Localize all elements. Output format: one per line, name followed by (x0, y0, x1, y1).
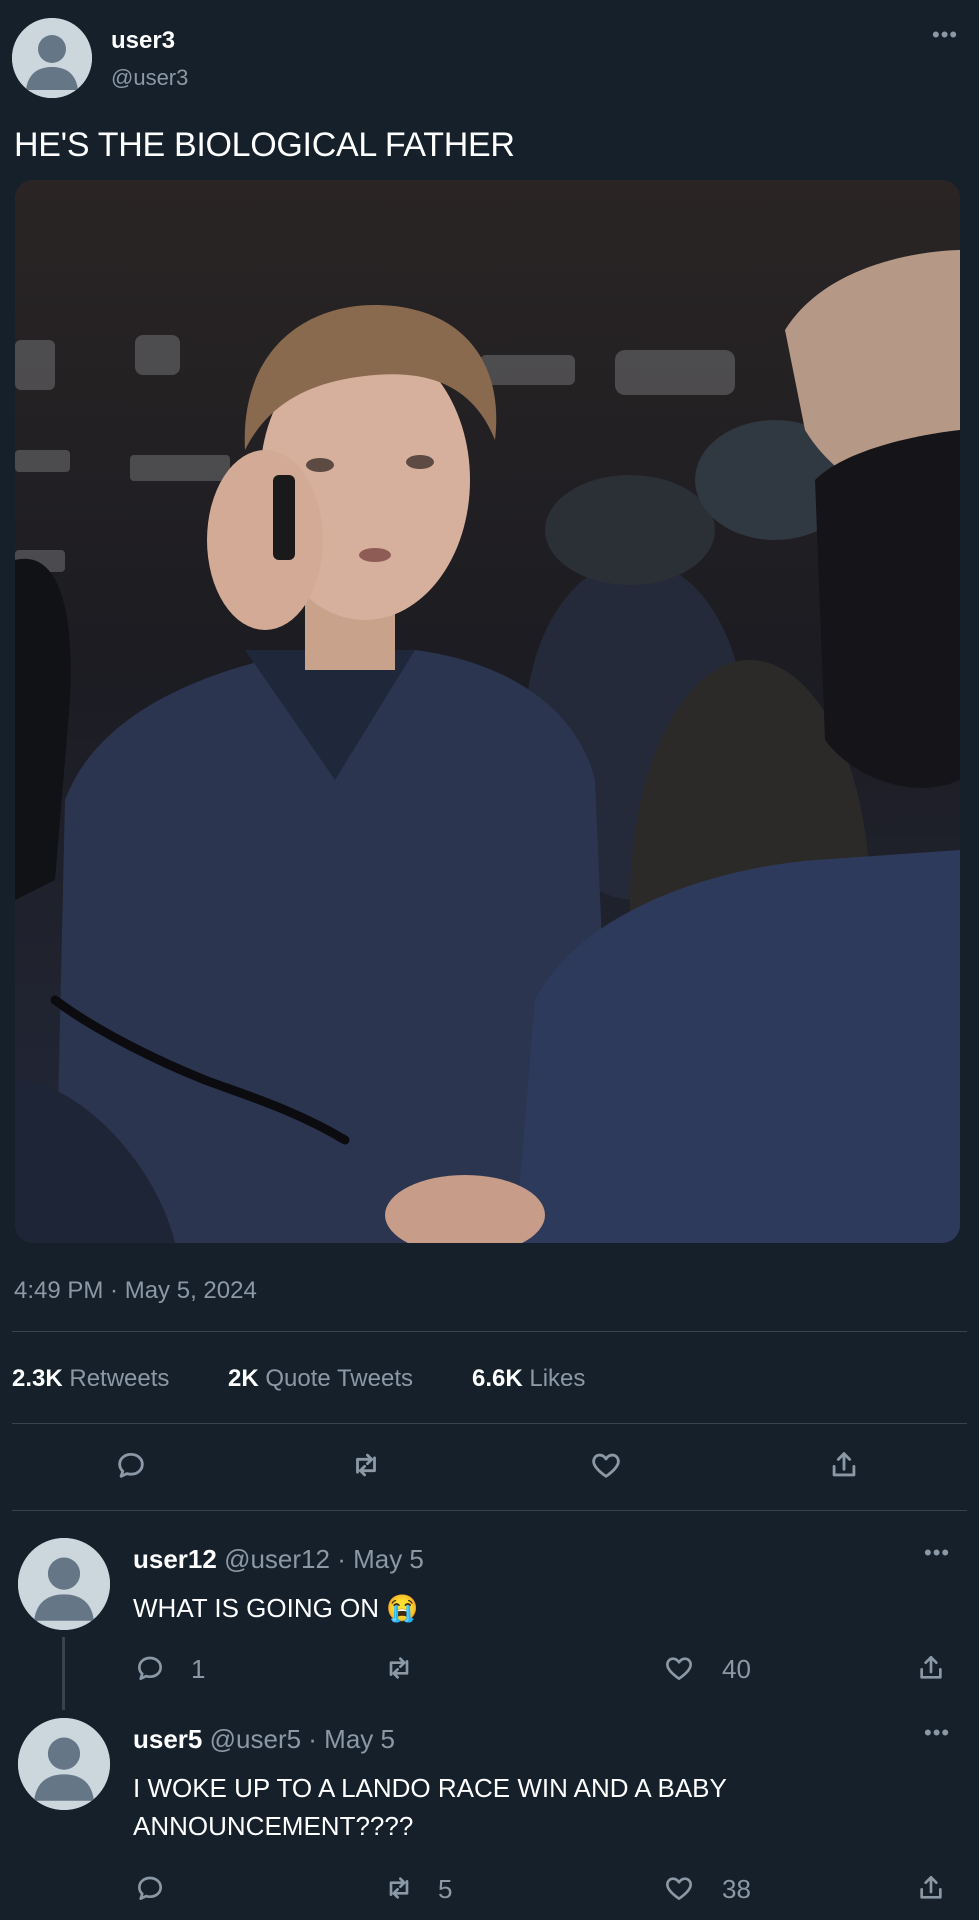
reply-icon[interactable] (114, 1448, 148, 1482)
author-name[interactable]: user3 (111, 27, 175, 55)
default-avatar-icon (12, 18, 92, 98)
like-icon[interactable] (589, 1448, 623, 1482)
reply-text-line2: ANNOUNCEMENT???? (133, 1811, 414, 1841)
likes-stat[interactable]: 6.6K Likes (472, 1365, 585, 1393)
default-avatar-icon (18, 1718, 110, 1810)
share-icon[interactable] (827, 1448, 861, 1482)
quote-tweets-stat[interactable]: 2K Quote Tweets (228, 1365, 413, 1393)
like-count: 40 (722, 1654, 751, 1684)
more-options-icon[interactable]: ••• (924, 1542, 950, 1564)
reply-header: user12 @user12 · May 5 (133, 1544, 424, 1575)
more-options-icon[interactable]: ••• (932, 24, 958, 46)
retweet-count: 5 (438, 1874, 453, 1904)
reply-text: WHAT IS GOING ON 😭 (133, 1593, 419, 1623)
reply-icon[interactable] (134, 1872, 166, 1904)
reply-count: 1 (191, 1654, 206, 1684)
tweet-text: HE'S THE BIOLOGICAL FATHER (14, 126, 515, 164)
share-icon[interactable] (915, 1652, 947, 1684)
avatar[interactable] (18, 1538, 110, 1630)
retweets-label: Retweets (69, 1365, 170, 1392)
tweet-timestamp[interactable]: 4:49 PM · May 5, 2024 (14, 1277, 257, 1305)
like-icon[interactable] (663, 1872, 695, 1904)
like-icon[interactable] (663, 1652, 695, 1684)
retweet-icon[interactable] (383, 1872, 415, 1904)
reply-text-line1: I WOKE UP TO A LANDO RACE WIN AND A BABY (133, 1773, 727, 1803)
quote-tweets-count: 2K (228, 1365, 259, 1392)
share-icon[interactable] (915, 1872, 947, 1904)
avatar[interactable] (18, 1718, 110, 1810)
reply-meta[interactable]: @user12 · May 5 (224, 1544, 424, 1574)
divider (12, 1423, 967, 1424)
divider (12, 1510, 967, 1511)
default-avatar-icon (18, 1538, 110, 1630)
reply-author-name[interactable]: user12 (133, 1544, 217, 1574)
reply-icon[interactable] (134, 1652, 166, 1684)
more-options-icon[interactable]: ••• (924, 1722, 950, 1744)
photo-of-person-on-phone-icon (15, 180, 960, 1243)
retweets-stat[interactable]: 2.3K Retweets (12, 1365, 169, 1393)
divider (12, 1331, 967, 1332)
tweet-media[interactable] (15, 180, 960, 1243)
retweet-icon[interactable] (349, 1448, 383, 1482)
retweets-count: 2.3K (12, 1365, 63, 1392)
retweet-icon[interactable] (383, 1652, 415, 1684)
likes-count: 6.6K (472, 1365, 523, 1392)
author-handle[interactable]: @user3 (111, 65, 188, 91)
reply-author-name[interactable]: user5 (133, 1724, 202, 1754)
likes-label: Likes (529, 1365, 586, 1392)
like-count: 38 (722, 1874, 751, 1904)
quote-tweets-label: Quote Tweets (265, 1365, 414, 1392)
reply-meta[interactable]: @user5 · May 5 (210, 1724, 395, 1754)
avatar[interactable] (12, 18, 92, 98)
reply-header: user5 @user5 · May 5 (133, 1724, 395, 1755)
thread-line (62, 1637, 65, 1710)
